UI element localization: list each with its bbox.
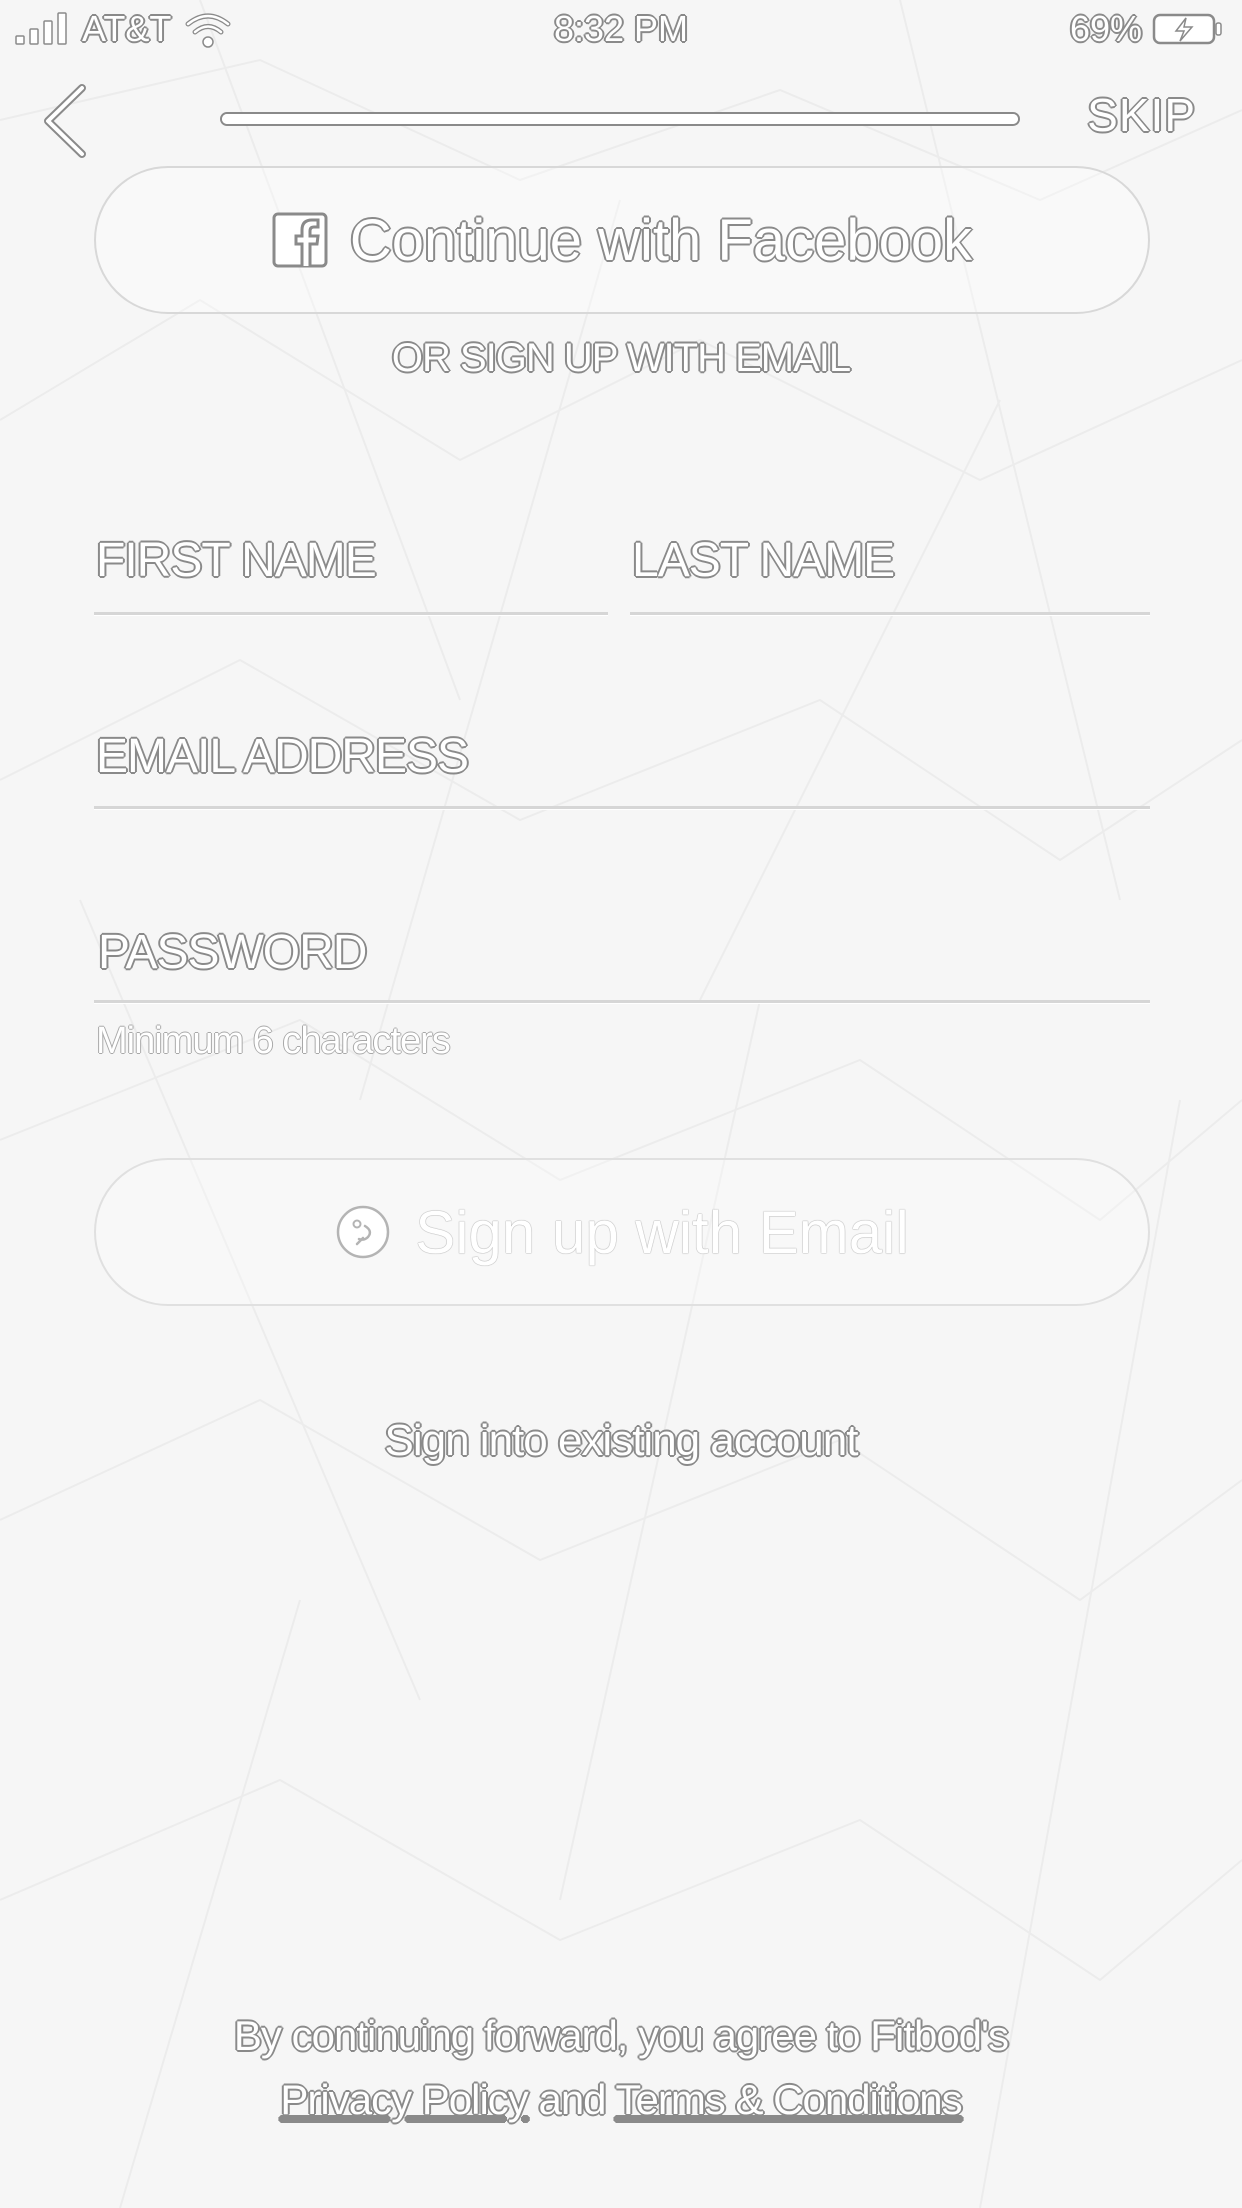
fitbod-logo-icon <box>336 1205 390 1259</box>
status-time: 8:32 PM <box>553 8 689 49</box>
password-underline <box>94 1000 1150 1004</box>
legal-notice: By continuing forward, you agree to Fitb… <box>233 2012 1009 2059</box>
progress-bar-fill <box>222 114 1018 124</box>
or-sign-up-with-email-label: OR SIGN UP WITH EMAIL <box>391 336 851 380</box>
continue-with-facebook-button[interactable]: Continue with Facebook <box>94 166 1150 314</box>
legal-links-row: Privacy Policy and Terms & Conditions <box>0 2076 1242 2124</box>
password-input[interactable] <box>98 912 1148 992</box>
sign-up-with-email-button[interactable]: Sign up with Email <box>94 1158 1150 1306</box>
first-name-underline <box>94 612 608 616</box>
battery-percent: 69% <box>1069 8 1142 49</box>
email-address-input[interactable] <box>96 716 1146 796</box>
facebook-icon <box>272 212 328 268</box>
email-underline <box>94 806 1150 810</box>
terms-and-conditions-link[interactable]: Terms & Conditions <box>615 2076 962 2123</box>
password-hint: Minimum 6 characters <box>96 1020 451 1062</box>
legal-and-text: and <box>538 2076 606 2123</box>
first-name-input[interactable] <box>96 520 606 600</box>
back-chevron-icon[interactable] <box>36 82 96 160</box>
battery-charging-icon <box>1152 13 1222 45</box>
skip-button[interactable]: SKIP <box>1087 88 1196 142</box>
last-name-underline <box>630 612 1150 616</box>
sign-up-with-email-label: Sign up with Email <box>415 1198 909 1266</box>
background-pattern <box>0 0 1242 2208</box>
last-name-input[interactable] <box>632 520 1142 600</box>
facebook-button-label: Continue with Facebook <box>349 207 973 273</box>
privacy-policy-link[interactable]: Privacy Policy <box>280 2076 528 2123</box>
sign-into-existing-account-link[interactable]: Sign into existing account <box>0 1416 1242 1466</box>
onboarding-progress-bar <box>220 112 1020 126</box>
